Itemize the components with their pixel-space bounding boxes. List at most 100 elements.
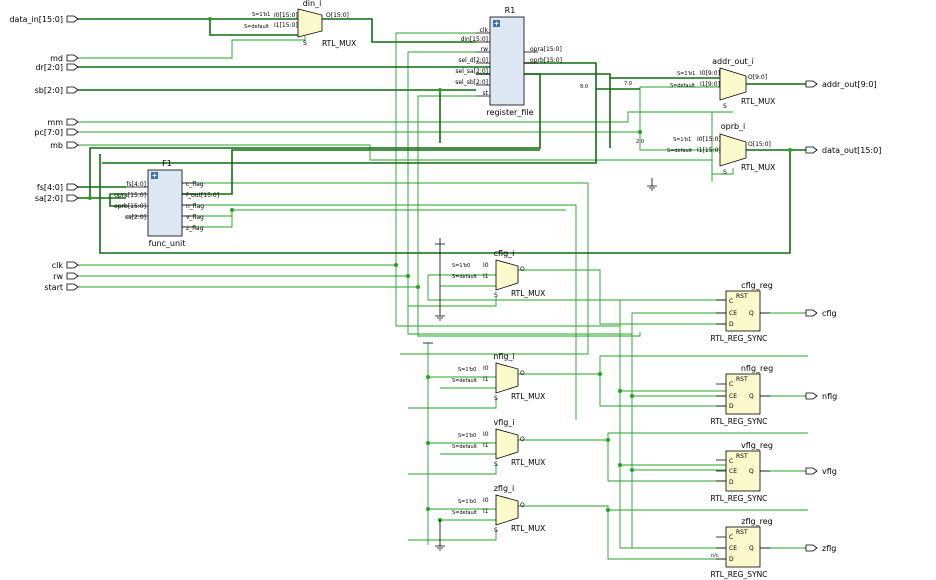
func-unit-block[interactable]: F1 fs[4:0] opra[15:0] oprb[15:0] sa[2:0]… xyxy=(114,159,219,248)
svg-text:CE: CE xyxy=(729,310,737,317)
svg-text:Q: Q xyxy=(749,393,754,400)
output-port-addr-out[interactable]: addr_out[9:0] xyxy=(805,80,877,89)
input-port-pc[interactable]: pc[7:0] xyxy=(34,128,79,137)
svg-text:vflg_reg: vflg_reg xyxy=(741,441,773,450)
svg-text:I1: I1 xyxy=(483,442,489,449)
reg-vflg[interactable]: vflg_reg RST C CE D Q RTL_REG_SYNC xyxy=(711,441,773,503)
svg-text:md: md xyxy=(50,54,63,63)
svg-text:n/c: n/c xyxy=(711,553,719,559)
svg-text:I0: I0 xyxy=(483,365,489,372)
svg-text:zflg: zflg xyxy=(822,544,836,553)
input-port-fs[interactable]: fs[4:0] xyxy=(37,183,79,192)
svg-text:RTL_REG_SYNC: RTL_REG_SYNC xyxy=(711,494,768,503)
svg-text:v_flag: v_flag xyxy=(186,214,204,221)
output-port-cflg[interactable]: cflg xyxy=(805,309,837,318)
svg-text:sel_sa[2:0]: sel_sa[2:0] xyxy=(455,68,488,75)
input-port-clk[interactable]: clk xyxy=(52,261,79,270)
svg-text:sel_sb[2:0]: sel_sb[2:0] xyxy=(455,79,488,86)
svg-text:Q: Q xyxy=(749,545,754,552)
output-port-vflg[interactable]: vflg xyxy=(805,467,837,476)
svg-text:RTL_MUX: RTL_MUX xyxy=(741,163,775,172)
svg-text:st: st xyxy=(483,90,489,97)
svg-text:S=1'b1: S=1'b1 xyxy=(673,137,691,143)
reg-zflg[interactable]: zflg_reg RST C CE D Q n/c RTL_REG_SYNC xyxy=(711,517,773,579)
expand-icon[interactable] xyxy=(151,172,158,179)
svg-text:rw: rw xyxy=(53,272,63,281)
svg-text:O[15:0]: O[15:0] xyxy=(748,141,771,148)
svg-text:CE: CE xyxy=(729,393,737,400)
svg-text:oprb[15:0]: oprb[15:0] xyxy=(114,203,146,210)
svg-text:I1[9:0]: I1[9:0] xyxy=(700,81,720,88)
svg-text:Q: Q xyxy=(749,310,754,317)
input-port-mm[interactable]: mm xyxy=(47,118,79,127)
svg-text:rw: rw xyxy=(481,46,488,53)
mux-din[interactable]: din_i S=1'b1 S=default I0[15:0] I1[15:0]… xyxy=(244,0,356,48)
reg-cflg[interactable]: cflg_reg RST C CE D Q RTL_REG_SYNC xyxy=(711,281,773,343)
svg-text:O: O xyxy=(520,502,525,509)
svg-text:I0: I0 xyxy=(483,262,489,269)
output-ports: addr_out[9:0] data_out[15:0] cflg nflg v… xyxy=(805,80,881,553)
svg-text:C: C xyxy=(729,534,733,541)
svg-text:addr_out_i: addr_out_i xyxy=(712,57,754,66)
svg-text:I1: I1 xyxy=(483,376,489,383)
input-port-data-in[interactable]: data_in[15:0] xyxy=(9,15,79,24)
svg-text:RST: RST xyxy=(736,453,748,460)
svg-text:I1[15:0]: I1[15:0] xyxy=(697,147,721,154)
input-port-mb[interactable]: mb xyxy=(50,141,79,150)
svg-text:O: O xyxy=(520,266,525,273)
svg-text:oprb[15:0]: oprb[15:0] xyxy=(530,57,562,64)
register-file-block[interactable]: R1 clk din[15:0] rw sel_d[2:0] sel_sa[2:… xyxy=(455,6,562,117)
svg-text:RTL_REG_SYNC: RTL_REG_SYNC xyxy=(711,334,768,343)
svg-text:RTL_MUX: RTL_MUX xyxy=(511,458,545,467)
svg-text:S=default: S=default xyxy=(452,444,477,450)
svg-text:S=1'b1: S=1'b1 xyxy=(252,12,270,18)
ground-icon xyxy=(435,520,445,551)
svg-text:O: O xyxy=(520,436,525,443)
svg-text:RTL_MUX: RTL_MUX xyxy=(741,97,775,106)
svg-text:pc[7:0]: pc[7:0] xyxy=(34,128,63,137)
input-port-sa[interactable]: sa[2:0] xyxy=(35,194,79,203)
reg-nflg[interactable]: nflg_reg RST C CE D Q RTL_REG_SYNC xyxy=(711,364,774,426)
svg-text:vflg: vflg xyxy=(822,467,837,476)
svg-text:C: C xyxy=(729,458,733,465)
svg-text:S: S xyxy=(494,395,498,402)
svg-text:sa[2:0]: sa[2:0] xyxy=(35,194,63,203)
svg-text:S=default: S=default xyxy=(452,510,477,516)
svg-text:D: D xyxy=(729,556,734,563)
svg-text:S: S xyxy=(303,40,307,47)
input-port-start[interactable]: start xyxy=(44,283,79,292)
svg-text:z_flag: z_flag xyxy=(186,225,204,232)
svg-text:cflg_i: cflg_i xyxy=(494,249,515,258)
svg-text:RTL_MUX: RTL_MUX xyxy=(511,392,545,401)
svg-text:D: D xyxy=(729,479,734,486)
svg-text:I0[15:0]: I0[15:0] xyxy=(697,136,721,143)
svg-text:opra[15:0]: opra[15:0] xyxy=(530,46,562,53)
svg-text:S=1'b0: S=1'b0 xyxy=(458,499,476,505)
svg-text:clk: clk xyxy=(480,27,489,34)
input-port-md[interactable]: md xyxy=(50,54,79,63)
ground-icon xyxy=(435,238,445,321)
output-port-data-out[interactable]: data_out[15:0] xyxy=(805,146,881,155)
svg-text:C: C xyxy=(729,298,733,305)
svg-text:oprb_i: oprb_i xyxy=(721,122,746,131)
input-ports: data_in[15:0] md dr[2:0] sb[2:0] mm pc[7… xyxy=(9,15,79,292)
input-port-dr[interactable]: dr[2:0] xyxy=(36,63,79,72)
svg-text:data_out[15:0]: data_out[15:0] xyxy=(822,146,881,155)
svg-text:Q: Q xyxy=(749,468,754,475)
svg-text:fs[4:0]: fs[4:0] xyxy=(37,183,63,192)
svg-text:nflg_i: nflg_i xyxy=(493,352,514,361)
svg-text:cflg: cflg xyxy=(822,309,837,318)
svg-text:I0[9:0]: I0[9:0] xyxy=(700,70,720,77)
output-port-zflg[interactable]: zflg xyxy=(805,544,836,553)
svg-text:7:0: 7:0 xyxy=(624,81,632,87)
svg-text:f_out[15:0]: f_out[15:0] xyxy=(186,192,219,199)
mux-cflg[interactable]: cflg_i S=1'b0 S=default I0 I1 O S RTL_MU… xyxy=(452,249,545,299)
svg-text:D: D xyxy=(729,321,734,328)
input-port-rw[interactable]: rw xyxy=(53,272,79,281)
svg-text:I0[15:0]: I0[15:0] xyxy=(274,12,298,19)
input-port-sb[interactable]: sb[2:0] xyxy=(35,86,79,95)
output-port-nflg[interactable]: nflg xyxy=(805,392,837,401)
svg-text:RTL_MUX: RTL_MUX xyxy=(511,524,545,533)
mux-oprb[interactable]: oprb_i S=1'b1 S=default I0[15:0] I1[15:0… xyxy=(667,122,775,176)
expand-icon[interactable] xyxy=(493,20,500,27)
